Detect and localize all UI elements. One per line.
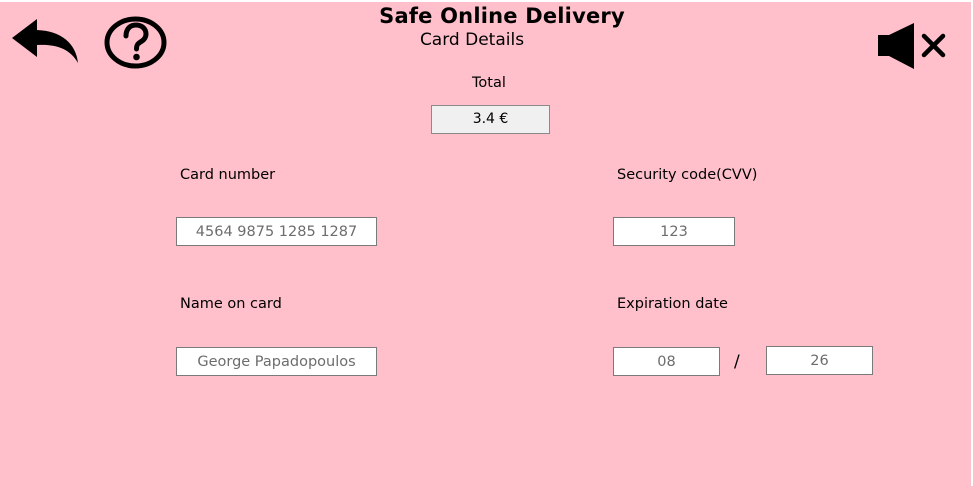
expiration-year-input[interactable] <box>766 346 873 375</box>
cvv-input[interactable] <box>613 217 735 246</box>
cvv-label: Security code(CVV) <box>617 167 758 183</box>
expiration-separator: / <box>734 352 740 372</box>
page-subtitle: Card Details <box>419 30 525 50</box>
expiration-date-label: Expiration date <box>617 296 728 312</box>
card-number-input[interactable] <box>176 217 377 246</box>
card-number-label: Card number <box>180 167 276 183</box>
name-on-card-label: Name on card <box>180 296 282 312</box>
page-title: Safe Online Delivery <box>379 4 625 28</box>
total-label: Total <box>472 75 506 91</box>
total-amount: 3.4 € <box>431 105 550 134</box>
expiration-month-input[interactable] <box>613 347 720 376</box>
name-on-card-input[interactable] <box>176 347 377 376</box>
